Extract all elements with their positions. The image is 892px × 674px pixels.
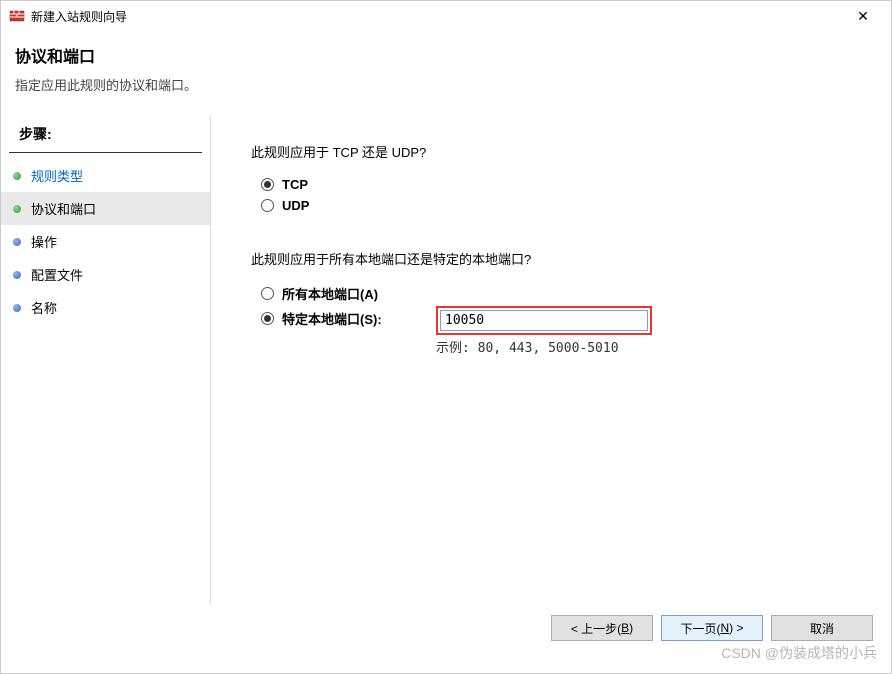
protocol-radio-group: TCP UDP	[261, 177, 851, 213]
step-item: 名称	[1, 291, 210, 324]
port-input-area: 示例: 80, 443, 5000-5010	[436, 306, 652, 356]
port-section: 所有本地端口(A) 特定本地端口(S): 示例: 80, 443, 5000-5…	[251, 284, 851, 356]
window-title: 新建入站规则向导	[31, 8, 843, 25]
page-subtitle: 指定应用此规则的协议和端口。	[15, 75, 877, 94]
titlebar: 新建入站规则向导 ✕	[1, 1, 891, 31]
step-bullet-icon	[13, 271, 21, 279]
radio-icon	[261, 178, 274, 191]
port-example-text: 示例: 80, 443, 5000-5010	[436, 337, 652, 356]
watermark-text: CSDN @伪装成塔的小兵	[721, 643, 877, 663]
radio-icon	[261, 199, 274, 212]
content-area: 步骤: 规则类型协议和端口操作配置文件名称 此规则应用于 TCP 还是 UDP?…	[1, 114, 891, 606]
step-bullet-icon	[13, 205, 21, 213]
step-label: 规则类型	[31, 166, 83, 185]
port-input[interactable]	[440, 310, 648, 331]
protocol-question: 此规则应用于 TCP 还是 UDP?	[251, 142, 851, 161]
step-label: 协议和端口	[31, 199, 96, 218]
firewall-icon	[9, 8, 25, 24]
wizard-button-bar: < 上一步(B) 下一页(N) > 取消	[551, 615, 873, 641]
port-input-highlight	[436, 306, 652, 335]
step-bullet-icon	[13, 172, 21, 180]
radio-all-ports-label: 所有本地端口(A)	[282, 284, 378, 303]
main-panel: 此规则应用于 TCP 还是 UDP? TCP UDP 此规则应用于所有本地端口还…	[211, 114, 891, 606]
steps-sidebar: 步骤: 规则类型协议和端口操作配置文件名称	[1, 114, 211, 606]
step-item[interactable]: 规则类型	[1, 159, 210, 192]
radio-specific-ports[interactable]: 特定本地端口(S):	[261, 309, 436, 328]
step-bullet-icon	[13, 304, 21, 312]
page-title: 协议和端口	[15, 43, 877, 67]
wizard-header: 协议和端口 指定应用此规则的协议和端口。	[1, 31, 891, 114]
cancel-button[interactable]: 取消	[771, 615, 873, 641]
port-radio-group: 所有本地端口(A) 特定本地端口(S):	[261, 284, 436, 334]
radio-icon	[261, 287, 274, 300]
radio-all-ports[interactable]: 所有本地端口(A)	[261, 284, 436, 303]
radio-specific-ports-label: 特定本地端口(S):	[282, 309, 382, 328]
radio-icon	[261, 312, 274, 325]
radio-udp-label: UDP	[282, 198, 309, 213]
radio-udp[interactable]: UDP	[261, 198, 851, 213]
radio-tcp-label: TCP	[282, 177, 308, 192]
step-item: 操作	[1, 225, 210, 258]
next-button[interactable]: 下一页(N) >	[661, 615, 763, 641]
step-label: 名称	[31, 298, 57, 317]
step-label: 操作	[31, 232, 57, 251]
steps-heading: 步骤:	[9, 122, 202, 153]
step-bullet-icon	[13, 238, 21, 246]
close-button[interactable]: ✕	[843, 1, 883, 31]
port-question: 此规则应用于所有本地端口还是特定的本地端口?	[251, 249, 851, 268]
step-label: 配置文件	[31, 265, 83, 284]
back-button[interactable]: < 上一步(B)	[551, 615, 653, 641]
radio-tcp[interactable]: TCP	[261, 177, 851, 192]
step-item: 配置文件	[1, 258, 210, 291]
step-item: 协议和端口	[1, 192, 210, 225]
